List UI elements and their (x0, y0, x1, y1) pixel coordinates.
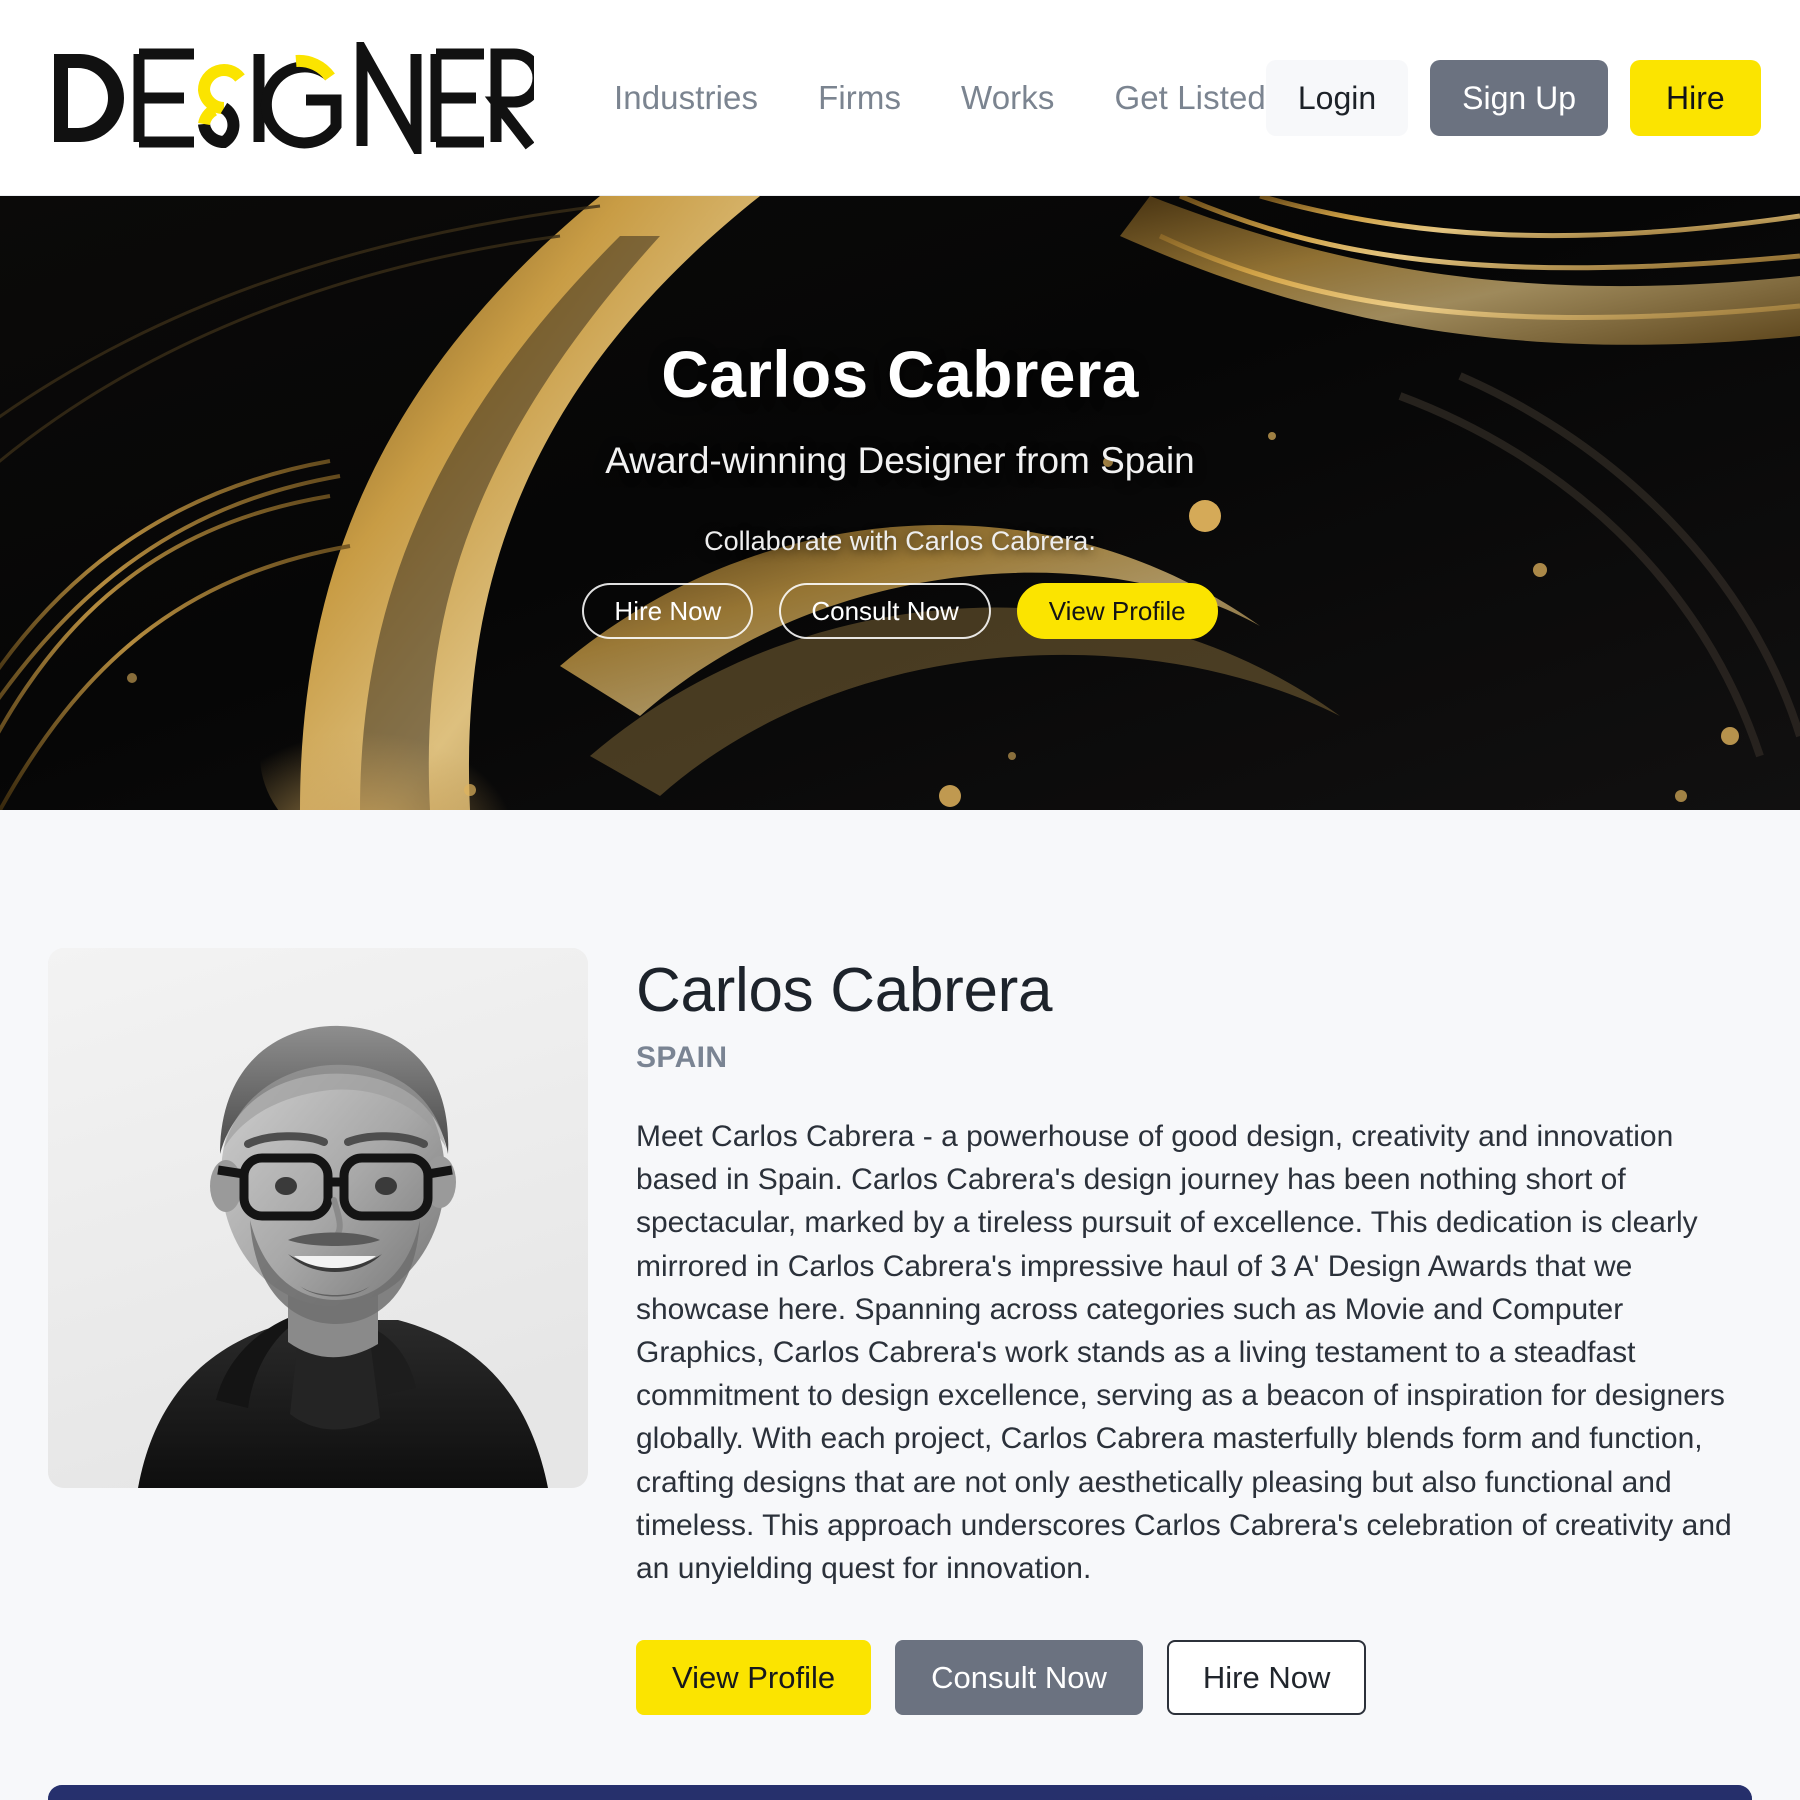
work-banner-graphic (48, 1785, 1752, 1800)
main-content: Carlos Cabrera SPAIN Meet Carlos Cabrera… (0, 810, 1800, 1800)
hero-subtitle: Award-winning Designer from Spain (605, 440, 1195, 481)
nav-item-works[interactable]: Works (961, 79, 1054, 117)
main-navigation: Industries Firms Works Get Listed (614, 79, 1266, 117)
header-actions: Login Sign Up Hire (1265, 60, 1761, 136)
profile-info: Carlos Cabrera SPAIN Meet Carlos Cabrera… (636, 948, 1751, 1716)
designer-logo[interactable] (44, 29, 544, 167)
hero-view-profile-button[interactable]: View Profile (1016, 583, 1218, 639)
nav-item-firms[interactable]: Firms (818, 79, 901, 117)
hire-button[interactable]: Hire (1630, 60, 1761, 136)
profile-actions: View Profile Consult Now Hire Now (636, 1640, 1751, 1716)
profile-view-profile-button[interactable]: View Profile (636, 1640, 872, 1716)
designer-logo-mark (54, 29, 544, 167)
profile-country: SPAIN (636, 1041, 728, 1075)
hero-collaborate-label: Collaborate with Carlos Cabrera: (704, 526, 1096, 556)
profile-consult-now-button[interactable]: Consult Now (895, 1640, 1143, 1716)
hero-section: Carlos Cabrera Award-winning Designer fr… (0, 196, 1800, 810)
nav-item-industries[interactable]: Industries (614, 79, 758, 117)
hero-hire-now-button[interactable]: Hire Now (582, 583, 754, 639)
hero-consult-now-button[interactable]: Consult Now (779, 583, 991, 639)
profile-hire-now-button[interactable]: Hire Now (1166, 1640, 1367, 1716)
nav-item-get-listed[interactable]: Get Listed (1114, 79, 1265, 117)
login-button[interactable]: Login (1265, 60, 1409, 136)
designer-photo (48, 948, 588, 1488)
hero-title: Carlos Cabrera (661, 337, 1139, 411)
designer-avatar (48, 948, 588, 1488)
profile-name: Carlos Cabrera (636, 956, 1053, 1025)
signup-button[interactable]: Sign Up (1430, 60, 1609, 136)
hero-cta-row: Hire Now Consult Now View Profile (582, 583, 1218, 639)
designer-profile: Carlos Cabrera SPAIN Meet Carlos Cabrera… (48, 810, 1752, 1716)
site-header: Industries Firms Works Get Listed Login … (0, 0, 1800, 196)
profile-bio: Meet Carlos Cabrera - a powerhouse of go… (636, 1120, 1732, 1585)
hero-content: Carlos Cabrera Award-winning Designer fr… (0, 196, 1800, 810)
work-banner-image[interactable] (48, 1785, 1752, 1800)
